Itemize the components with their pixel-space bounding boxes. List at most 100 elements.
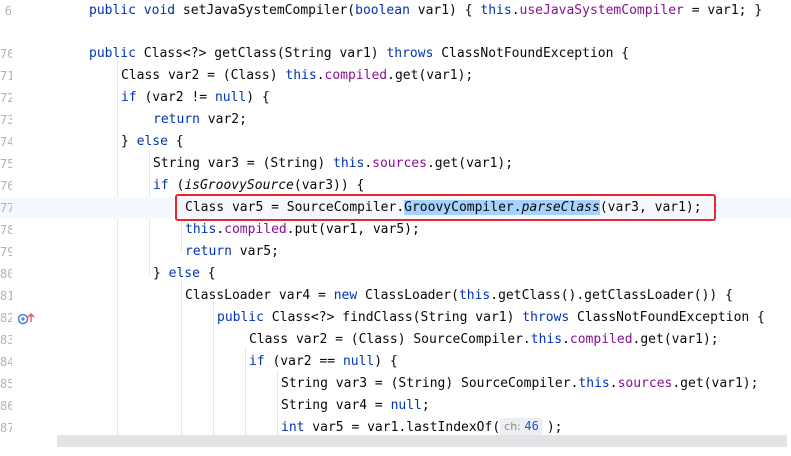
line-number: 82 (0, 311, 12, 325)
line-number: 79 (0, 245, 12, 259)
line-number: 78 (0, 223, 12, 237)
code-line[interactable]: 81 ClassLoader var4 = new ClassLoader(thi… (0, 285, 791, 307)
code-line[interactable]: 80 } else { (0, 263, 791, 285)
code-token: .get(var1); (632, 332, 719, 347)
code-line[interactable]: 74} else { (0, 131, 791, 153)
code-text: String var3 = (String) SourceCompiler.th… (281, 373, 758, 395)
code-text: public Class<?> getClass(String var1) th… (89, 43, 629, 65)
code-line[interactable]: 84 if (var2 == null) { (0, 351, 791, 373)
code-token: .get(var1); (387, 68, 474, 83)
code-token: this (480, 3, 512, 18)
parameter-hint: ch: 46 (500, 418, 543, 435)
code-line[interactable]: 71 Class var2 = (Class) this.compiled.get… (0, 65, 791, 87)
code-token: ); (546, 420, 563, 435)
code-line[interactable]: 6 public void setJavaSystemCompiler(boole… (0, 0, 791, 22)
line-number: 80 (0, 267, 12, 281)
code-text: ClassLoader var4 = new ClassLoader(this.… (185, 285, 733, 307)
code-token: = var1; } (683, 3, 763, 18)
code-token: (var2 != (136, 90, 215, 105)
code-token: . (316, 68, 325, 83)
code-token: var1) { (409, 3, 481, 18)
code-token: var5; (231, 244, 279, 259)
code-text: String var3 = (String) this.sources.get(… (153, 153, 513, 175)
line-number: 71 (0, 69, 12, 83)
code-token: public void (89, 3, 183, 18)
code-token: isGroovySource (184, 178, 294, 193)
code-token: { (167, 134, 184, 149)
code-token: .put(var1, var5); (286, 222, 420, 237)
code-editor[interactable]: 6 public void setJavaSystemCompiler(boole… (0, 0, 791, 456)
line-number: 77 (0, 201, 12, 215)
code-token: else (168, 266, 200, 281)
code-token: .get(var1); (426, 156, 514, 171)
code-token: this (458, 288, 491, 303)
horizontal-scroll-track (0, 447, 791, 456)
code-token: . (562, 332, 570, 347)
code-line[interactable]: 70 public Class<?> getClass(String var1) … (0, 43, 791, 65)
code-token: return (185, 244, 232, 259)
code-token: . (511, 3, 520, 18)
code-token: { (199, 266, 216, 281)
code-token: . (364, 156, 373, 171)
line-number: 83 (0, 333, 12, 347)
code-token: else (136, 134, 168, 149)
code-token: compiled (324, 68, 388, 83)
code-token: Class<?> getClass(String var1) (143, 46, 387, 61)
line-number: 73 (0, 113, 12, 127)
code-text: Class var2 = (Class) this.compiled.get(v… (121, 65, 473, 87)
annotation-highlight-box (175, 194, 716, 221)
code-text: public Class<?> findClass(String var1) t… (217, 307, 765, 329)
override-gutter-icon[interactable] (17, 310, 37, 326)
code-token: } (121, 134, 137, 149)
code-token: public (89, 46, 144, 61)
line-number: 75 (0, 157, 12, 171)
code-token: return (153, 112, 200, 127)
code-text: return var2; (153, 109, 247, 131)
code-text: String var4 = null; (281, 395, 430, 417)
code-token: . (609, 376, 618, 391)
code-token: public (217, 310, 272, 325)
line-number: 6 (4, 4, 12, 18)
code-token: null (342, 354, 375, 369)
code-line[interactable]: 72 if (var2 != null) { (0, 87, 791, 109)
code-text: } else { (153, 263, 216, 285)
code-token: this (185, 222, 217, 237)
code-token: Class var2 = (Class) (121, 68, 286, 83)
code-token: this (530, 332, 563, 347)
code-token: sources (617, 376, 673, 391)
line-number: 76 (0, 179, 12, 193)
line-number: 87 (0, 421, 12, 435)
code-line[interactable]: 82 public Class<?> findClass(String var1)… (0, 307, 791, 329)
code-token: . (216, 222, 225, 237)
code-line[interactable]: 75 String var3 = (String) this.sources.ge… (0, 153, 791, 175)
code-line[interactable]: 83 Class var2 = (Class) SourceCompiler.th… (0, 329, 791, 351)
code-token: String var4 = (281, 398, 391, 413)
code-line[interactable]: 86 String var4 = null; (0, 395, 791, 417)
parameter-hint-value: 46 (524, 419, 539, 433)
code-line[interactable]: 79 return var5; (0, 241, 791, 263)
code-token: sources (372, 156, 427, 171)
code-token: var5 = var1.lastIndexOf( (304, 420, 501, 435)
code-token: ClassLoader( (357, 288, 459, 303)
code-token: Class var2 = (Class) SourceCompiler. (249, 332, 531, 347)
code-text: return var5; (185, 241, 279, 263)
code-token: useJavaSystemCompiler (519, 3, 684, 18)
code-text: public void setJavaSystemCompiler(boolea… (89, 0, 762, 22)
code-token: this (285, 68, 317, 83)
code-line[interactable]: 85 String var3 = (String) SourceCompiler.… (0, 373, 791, 395)
code-token: compiled (224, 222, 287, 237)
code-token: ) { (246, 90, 270, 105)
line-number: 85 (0, 377, 12, 391)
code-token: if (153, 178, 169, 193)
code-line[interactable]: 73 return var2; (0, 109, 791, 131)
code-line[interactable]: 78 this.compiled.put(var1, var5); (0, 219, 791, 241)
code-text: } else { (121, 131, 184, 153)
code-token: ( (347, 3, 356, 18)
line-number: 84 (0, 355, 12, 369)
horizontal-scrollbar-thumb[interactable] (57, 435, 787, 447)
line-number: 86 (0, 399, 12, 413)
code-token: String var3 = (String) SourceCompiler. (281, 376, 579, 391)
code-token: (var3)) { (293, 178, 365, 193)
code-token: .getClass().getClassLoader()) { (490, 288, 733, 303)
code-token: throws (522, 310, 570, 325)
